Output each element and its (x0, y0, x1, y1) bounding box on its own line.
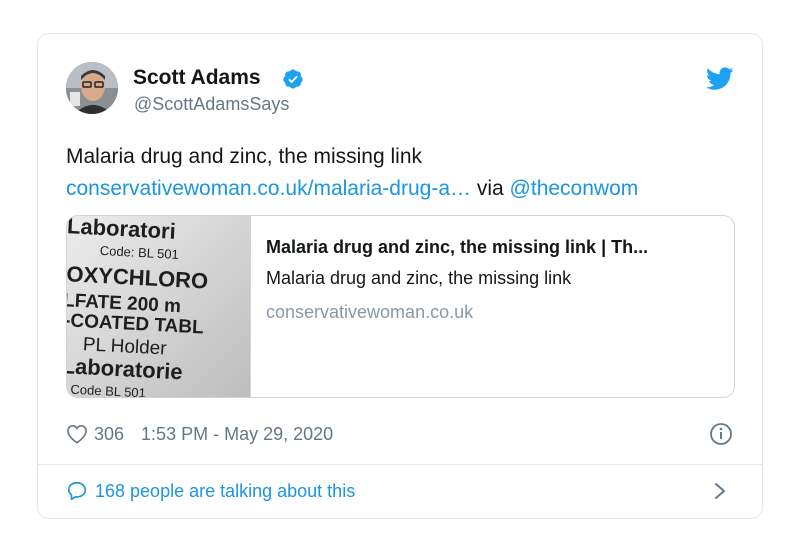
tweet-link[interactable]: conservativewoman.co.uk/malaria-drug-a… (66, 177, 471, 200)
verified-badge-icon (283, 69, 303, 89)
like-count[interactable]: 306 (94, 424, 124, 445)
tweet-meta: 306 1:53 PM - May 29, 2020 (66, 422, 333, 446)
twitter-bird-icon[interactable] (706, 67, 734, 91)
link-preview-card[interactable]: Laboratori Code: BL 501 OXYCHLORO LFATE 200… (66, 215, 735, 398)
author-handle[interactable]: @ScottAdamsSays (134, 94, 289, 115)
talking-label: 168 people are talking about this (95, 480, 356, 501)
preview-title: Malaria drug and zinc, the missing link … (266, 237, 649, 257)
heart-icon[interactable] (66, 424, 88, 444)
info-icon[interactable] (709, 422, 733, 446)
via-label: via (476, 177, 504, 200)
avatar[interactable] (66, 62, 118, 114)
preview-description: Malaria drug and zinc, the missing link (266, 268, 572, 288)
tweet-timestamp[interactable]: 1:53 PM - May 29, 2020 (141, 424, 333, 445)
tweet-card: Scott Adams @ScottAdamsSays Malaria drug… (37, 33, 763, 519)
conversation-link[interactable]: 168 people are talking about this (66, 478, 355, 504)
divider (38, 464, 762, 465)
tweet-text: Malaria drug and zinc, the missing link … (66, 141, 746, 205)
tweet-body: Malaria drug and zinc, the missing link (66, 145, 422, 168)
chevron-right-icon[interactable] (712, 479, 728, 503)
speech-bubble-icon (67, 481, 87, 501)
author-name[interactable]: Scott Adams (133, 66, 261, 90)
mention-link[interactable]: @theconwom (510, 177, 639, 200)
preview-domain: conservativewoman.co.uk (266, 302, 474, 322)
tweet-link-line: conservativewoman.co.uk/malaria-drug-a… … (66, 173, 746, 205)
preview-image: Laboratori Code: BL 501 OXYCHLORO LFATE 200… (67, 216, 251, 397)
